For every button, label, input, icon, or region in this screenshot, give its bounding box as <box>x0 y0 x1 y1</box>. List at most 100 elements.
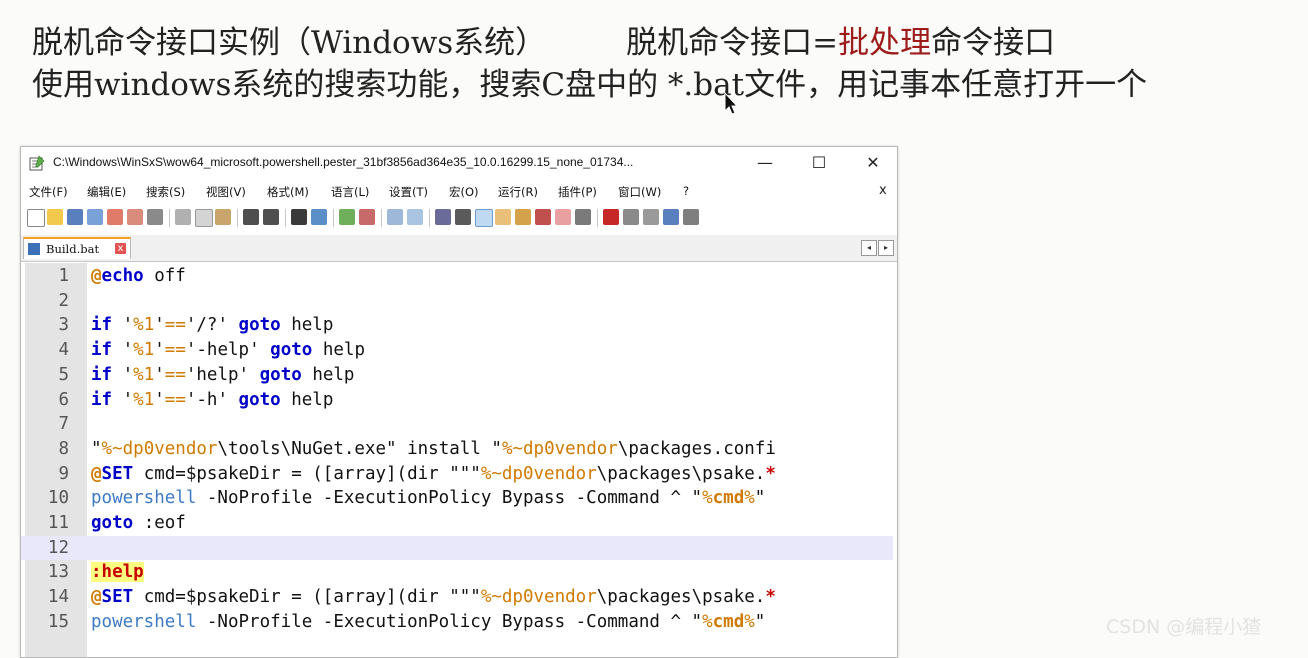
code-line[interactable]: 11 goto :eof <box>21 511 893 536</box>
code-line[interactable]: 14 @SET cmd=$psakeDir = ([array](dir """%… <box>21 585 893 610</box>
window-titlebar[interactable]: C:\Windows\WinSxS\wow64_microsoft.powers… <box>21 147 897 179</box>
menu-macro[interactable]: 宏(O) <box>449 184 479 200</box>
code-line[interactable]: 9 @SET cmd=$psakeDir = ([array](dir """%~… <box>21 462 893 487</box>
watermark: CSDN @编程小猹 <box>1106 616 1262 638</box>
function-list-icon[interactable] <box>535 209 551 225</box>
sync-v-icon[interactable] <box>387 209 403 225</box>
udl-icon[interactable] <box>495 209 511 225</box>
line-number: 13 <box>47 562 69 583</box>
save-all-icon[interactable] <box>87 209 103 225</box>
play-macro-icon[interactable] <box>643 209 659 225</box>
heading-definition-a: 脱机命令接口= <box>626 25 839 61</box>
maximize-button[interactable]: ☐ <box>799 151 839 175</box>
tab-close-button[interactable]: x <box>115 243 126 254</box>
code-line[interactable]: 1 @echo off <box>21 264 893 289</box>
wrap-icon[interactable] <box>435 209 451 225</box>
zoom-in-icon[interactable] <box>339 209 355 225</box>
code-text: if '%1'=='help' goto help <box>91 364 355 385</box>
doc-map-icon[interactable] <box>515 209 531 225</box>
find-icon[interactable] <box>291 209 307 225</box>
close-all-icon[interactable] <box>127 209 143 225</box>
tab-scroll-right-button[interactable]: ▸ <box>878 240 894 256</box>
tab-scroll-left-button[interactable]: ◂ <box>861 240 877 256</box>
menu-format[interactable]: 格式(M) <box>267 184 309 200</box>
line-number: 5 <box>58 364 69 385</box>
save-macro-icon[interactable] <box>683 209 699 225</box>
code-line[interactable]: 3 if '%1'=='/?' goto help <box>21 313 893 338</box>
code-line[interactable]: 4 if '%1'=='-help' goto help <box>21 338 893 363</box>
heading-line-1: 脱机命令接口实例（Windows系统） 脱机命令接口=批处理命令接口 <box>32 22 1147 64</box>
menu-view[interactable]: 视图(V) <box>206 184 246 200</box>
cut-icon[interactable] <box>175 209 191 225</box>
close-window-button[interactable]: ✕ <box>853 151 893 175</box>
code-line[interactable]: 15 powershell -NoProfile -ExecutionPolicy… <box>21 610 893 635</box>
line-number: 8 <box>58 438 69 459</box>
line-number: 3 <box>58 315 69 336</box>
stop-macro-icon[interactable] <box>623 209 639 225</box>
sync-h-icon[interactable] <box>407 209 423 225</box>
menu-bar: 文件(F) 编辑(E) 搜索(S) 视图(V) 格式(M) 语言(L) 设置(T… <box>21 181 897 203</box>
line-number: 11 <box>47 513 69 533</box>
paste-icon[interactable] <box>215 209 231 225</box>
menu-settings[interactable]: 设置(T) <box>389 184 428 200</box>
copy-icon[interactable] <box>195 209 213 227</box>
code-text: if '%1'=='/?' goto help <box>91 315 334 336</box>
code-line[interactable]: 6 if '%1'=='-h' goto help <box>21 388 893 413</box>
folder-workspace-icon[interactable] <box>555 209 571 225</box>
menu-language[interactable]: 语言(L) <box>331 184 369 200</box>
line-number: 10 <box>47 488 69 509</box>
record-macro-icon[interactable] <box>603 209 619 225</box>
save-icon[interactable] <box>67 209 83 225</box>
replace-icon[interactable] <box>311 209 327 225</box>
print-icon[interactable] <box>147 209 163 225</box>
redo-icon[interactable] <box>263 209 279 225</box>
toolbar <box>21 205 897 231</box>
menu-help[interactable]: ? <box>683 184 689 198</box>
show-all-chars-icon[interactable] <box>455 209 471 225</box>
line-number: 12 <box>47 537 69 558</box>
monitor-icon[interactable] <box>575 209 591 225</box>
code-text: if '%1'=='-h' goto help <box>91 389 334 410</box>
close-icon[interactable] <box>107 209 123 225</box>
code-line[interactable]: 5 if '%1'=='help' goto help <box>21 363 893 388</box>
close-document-x-button[interactable]: x <box>879 183 887 198</box>
heading-definition-b: 命令接口 <box>931 25 1056 61</box>
new-file-icon[interactable] <box>27 209 45 227</box>
code-line[interactable]: 10 powershell -NoProfile -ExecutionPolicy… <box>21 486 893 511</box>
menu-plugins[interactable]: 插件(P) <box>558 184 597 200</box>
menu-edit[interactable]: 编辑(E) <box>87 184 126 200</box>
code-text: @SET cmd=$psakeDir = ([array](dir """%~d… <box>91 463 776 484</box>
window-title: C:\Windows\WinSxS\wow64_microsoft.powers… <box>53 155 634 169</box>
zoom-out-icon[interactable] <box>359 209 375 225</box>
tab-build-bat[interactable]: Build.bat x <box>23 237 131 259</box>
code-line[interactable]: 13 :help <box>21 560 893 585</box>
code-text: powershell -NoProfile -ExecutionPolicy B… <box>91 611 766 632</box>
heading-line-2: 使用windows系统的搜索功能，搜索C盘中的 *.bat文件，用记事本任意打开… <box>32 67 1148 103</box>
line-number: 2 <box>58 290 69 311</box>
menu-search[interactable]: 搜索(S) <box>146 184 185 200</box>
heading-topic: 脱机命令接口实例（Windows系统） <box>32 25 547 61</box>
notepad-plus-plus-window: C:\Windows\WinSxS\wow64_microsoft.powers… <box>20 146 898 658</box>
menu-window[interactable]: 窗口(W) <box>618 184 661 200</box>
line-number: 4 <box>58 340 69 361</box>
code-line[interactable]: 2 <box>21 289 893 314</box>
open-file-icon[interactable] <box>47 209 63 225</box>
tab-label: Build.bat <box>46 242 100 256</box>
indent-guide-icon[interactable] <box>475 209 493 227</box>
code-text: goto :eof <box>91 513 186 533</box>
code-line[interactable]: 7 <box>21 412 893 437</box>
code-editor[interactable]: 1 @echo off 2 3 if '%1'=='/?' goto help 4 if '… <box>21 263 893 657</box>
code-text: :help <box>91 562 144 583</box>
undo-icon[interactable] <box>243 209 259 225</box>
code-line[interactable]: 8 "%~dp0vendor\tools\NuGet.exe" install "… <box>21 437 893 462</box>
notepad-app-icon <box>29 155 45 171</box>
code-text: @SET cmd=$psakeDir = ([array](dir """%~d… <box>91 587 776 608</box>
run-macro-multiple-icon[interactable] <box>663 209 679 225</box>
code-text: @echo off <box>91 266 186 286</box>
menu-file[interactable]: 文件(F) <box>29 184 68 200</box>
menu-run[interactable]: 运行(R) <box>498 184 538 200</box>
code-line[interactable]: 12 <box>21 535 893 561</box>
line-number: 1 <box>58 266 69 286</box>
minimize-button[interactable]: — <box>745 151 785 175</box>
saved-state-icon <box>28 243 40 255</box>
